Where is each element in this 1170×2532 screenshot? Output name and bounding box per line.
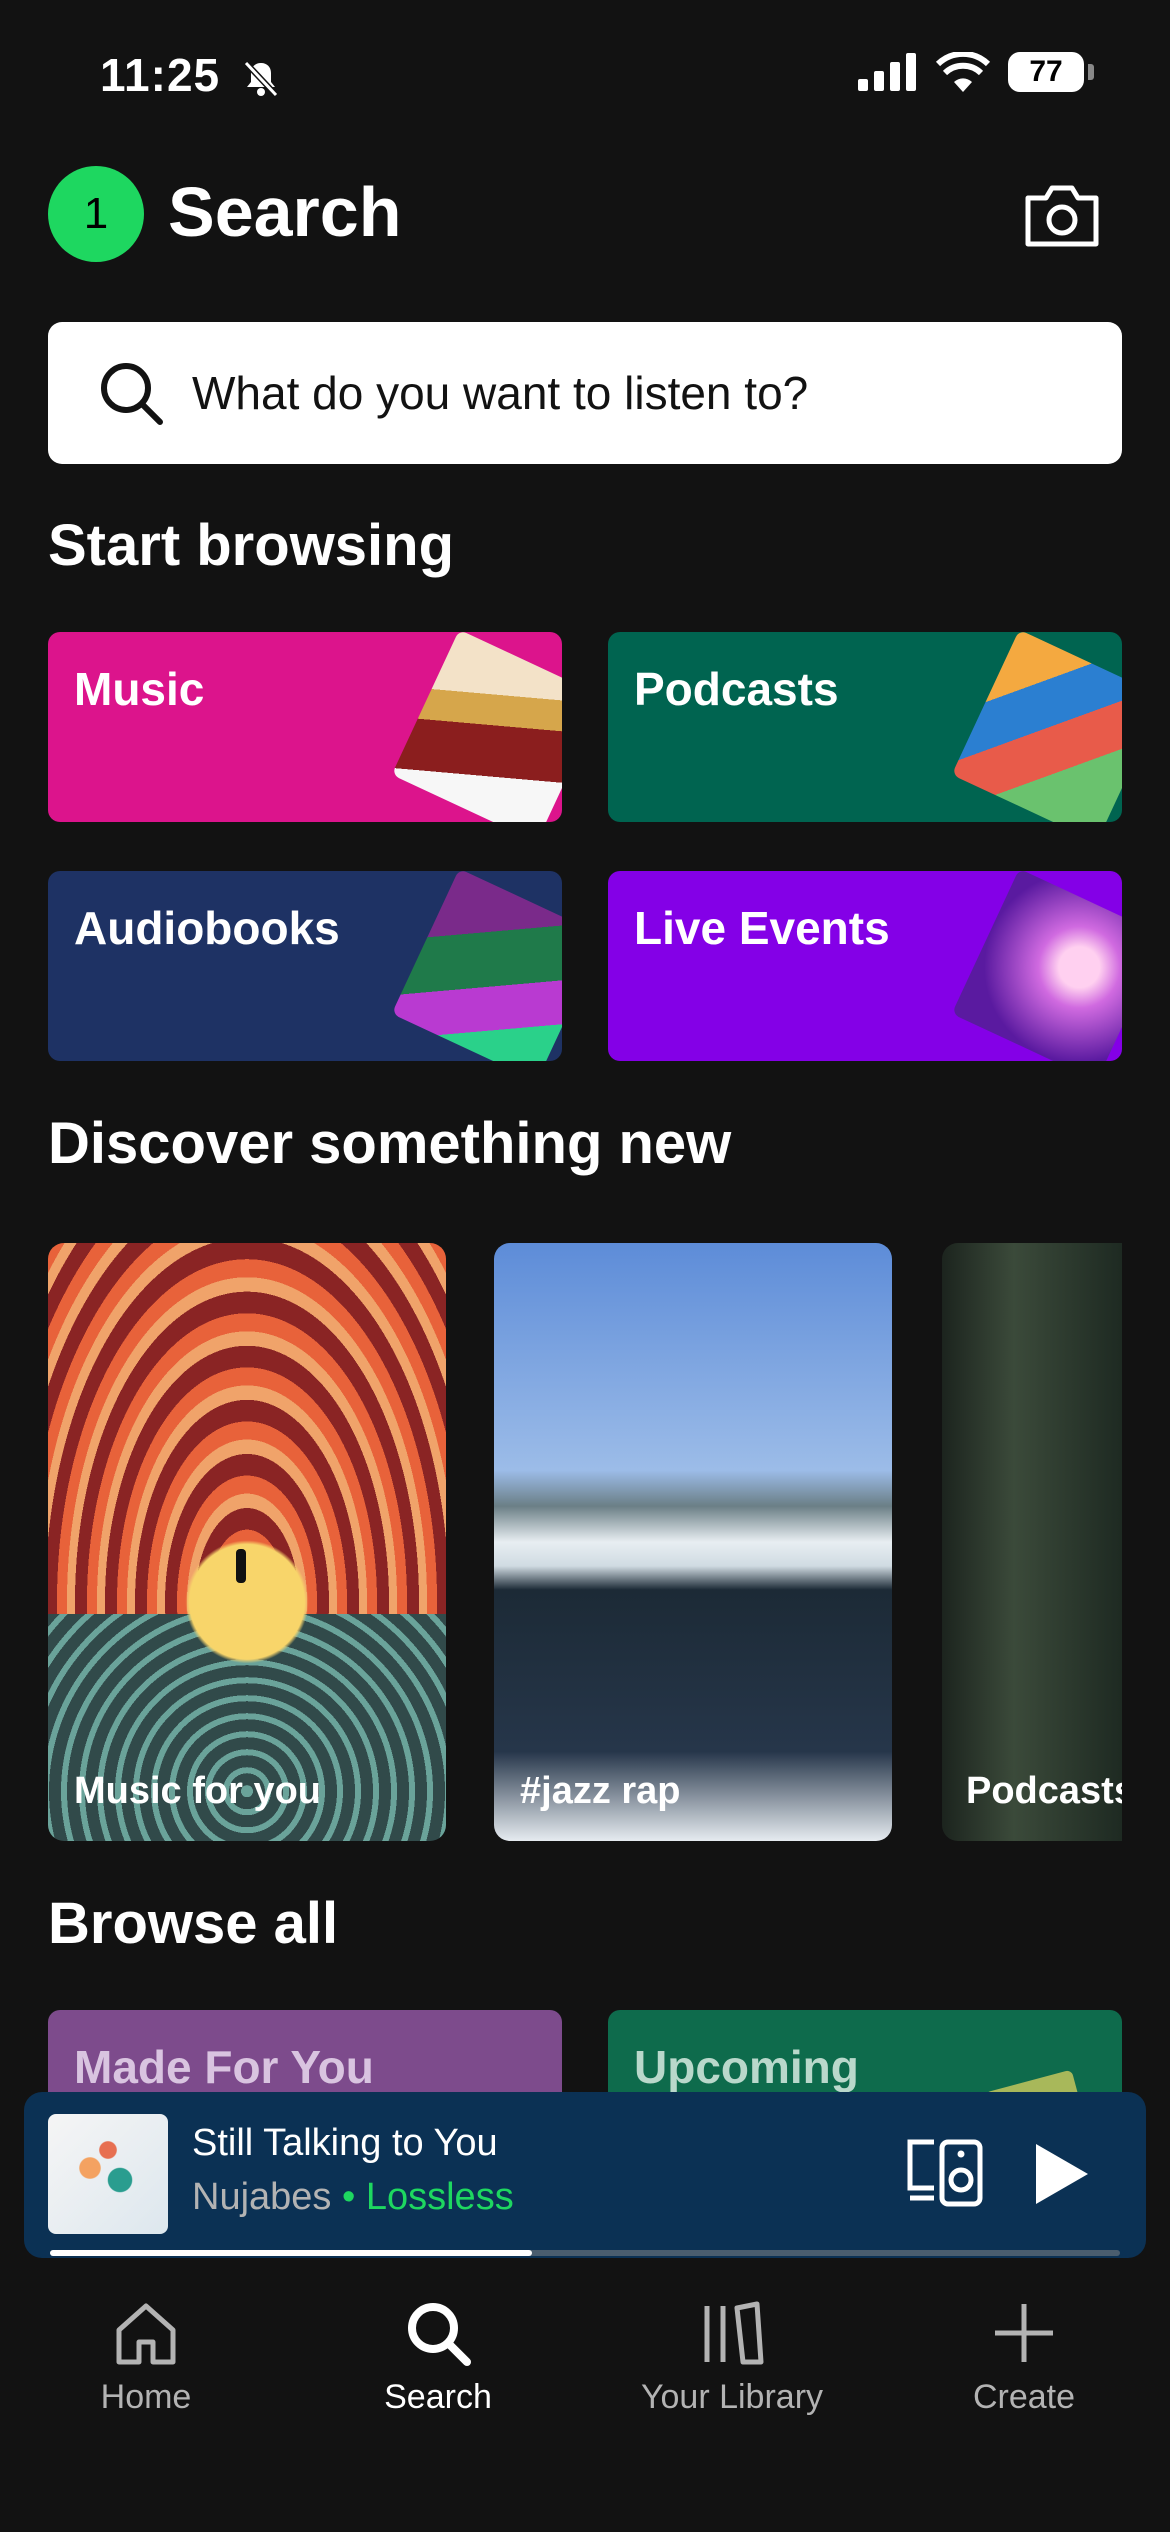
browse-tile-music[interactable]: Music — [48, 632, 562, 822]
wifi-icon — [936, 52, 990, 92]
battery-level: 77 — [1029, 55, 1063, 88]
artist-name: Nujabes — [192, 2176, 332, 2218]
track-title: Still Talking to You — [192, 2122, 498, 2164]
discover-heading: Discover something new — [48, 1111, 732, 1176]
search-icon — [101, 363, 163, 425]
discover-card-music-for-you[interactable]: Music for you — [48, 1243, 446, 1841]
card-label: Podcasts — [966, 1770, 1122, 1812]
search-input[interactable]: What do you want to listen to? — [48, 322, 1122, 464]
browse-all-heading: Browse all — [48, 1891, 339, 1956]
clock-text: 11:25 — [100, 49, 221, 101]
tile-label: Podcasts — [634, 663, 839, 715]
nav-label: Home — [100, 2378, 192, 2416]
nav-search[interactable]: Search — [292, 2300, 584, 2417]
quality-badge: • Lossless — [341, 2176, 514, 2218]
card-label: #jazz rap — [520, 1770, 681, 1812]
tile-label: Upcoming — [634, 2041, 859, 2093]
silent-mode-icon — [243, 60, 279, 97]
tile-label: Live Events — [634, 902, 890, 954]
browse-tile-live-events[interactable]: Live Events — [608, 871, 1122, 1061]
avatar-letter: 1 — [83, 189, 109, 238]
nav-label: Create — [972, 2378, 1076, 2416]
connect-device-icon[interactable] — [904, 2132, 986, 2214]
status-time: 11:25 — [100, 48, 282, 102]
nav-home[interactable]: Home — [0, 2300, 292, 2417]
podcasts-tile-artwork — [951, 632, 1122, 822]
audiobooks-tile-artwork — [391, 871, 562, 1061]
plus-icon — [995, 2304, 1053, 2362]
cellular-signal-icon — [858, 53, 916, 91]
live-events-tile-artwork — [951, 871, 1122, 1061]
library-icon — [704, 2301, 764, 2365]
discover-card-podcasts[interactable]: Podcasts — [942, 1243, 1122, 1841]
browse-tile-podcasts[interactable]: Podcasts — [608, 632, 1122, 822]
nav-create[interactable]: Create — [878, 2300, 1170, 2417]
page-title: Search — [168, 173, 402, 251]
nav-label: Search — [384, 2378, 492, 2416]
battery-indicator: 77 — [1008, 52, 1084, 92]
playback-progress-fill — [50, 2250, 532, 2256]
profile-avatar[interactable]: 1 — [48, 166, 144, 262]
battery-tip — [1088, 64, 1094, 80]
figure-silhouette — [236, 1549, 246, 1583]
card-label: Music for you — [74, 1770, 322, 1812]
start-browsing-heading: Start browsing — [48, 513, 455, 578]
mini-player[interactable]: Still Talking to You Nujabes • Lossless — [24, 2092, 1146, 2258]
track-artist-line: Nujabes • Lossless — [192, 2176, 514, 2219]
camera-icon[interactable] — [1024, 182, 1100, 248]
album-cover — [48, 2114, 168, 2234]
play-icon[interactable] — [1022, 2138, 1094, 2210]
status-icons: 77 — [858, 52, 1094, 92]
nav-your-library[interactable]: Your Library — [586, 2300, 878, 2417]
nav-label: Your Library — [640, 2378, 824, 2416]
search-icon — [408, 2303, 471, 2366]
tile-label: Audiobooks — [74, 902, 340, 954]
search-placeholder: What do you want to listen to? — [192, 367, 809, 419]
tile-label: Music — [74, 663, 205, 715]
music-tile-artwork — [391, 632, 562, 822]
discover-card-jazz-rap[interactable]: #jazz rap — [494, 1243, 892, 1841]
tile-label: Made For You — [74, 2041, 374, 2093]
home-icon — [116, 2303, 176, 2365]
browse-tile-audiobooks[interactable]: Audiobooks — [48, 871, 562, 1061]
bottom-navigation: Home Search Your Library Create — [0, 2300, 1170, 2532]
